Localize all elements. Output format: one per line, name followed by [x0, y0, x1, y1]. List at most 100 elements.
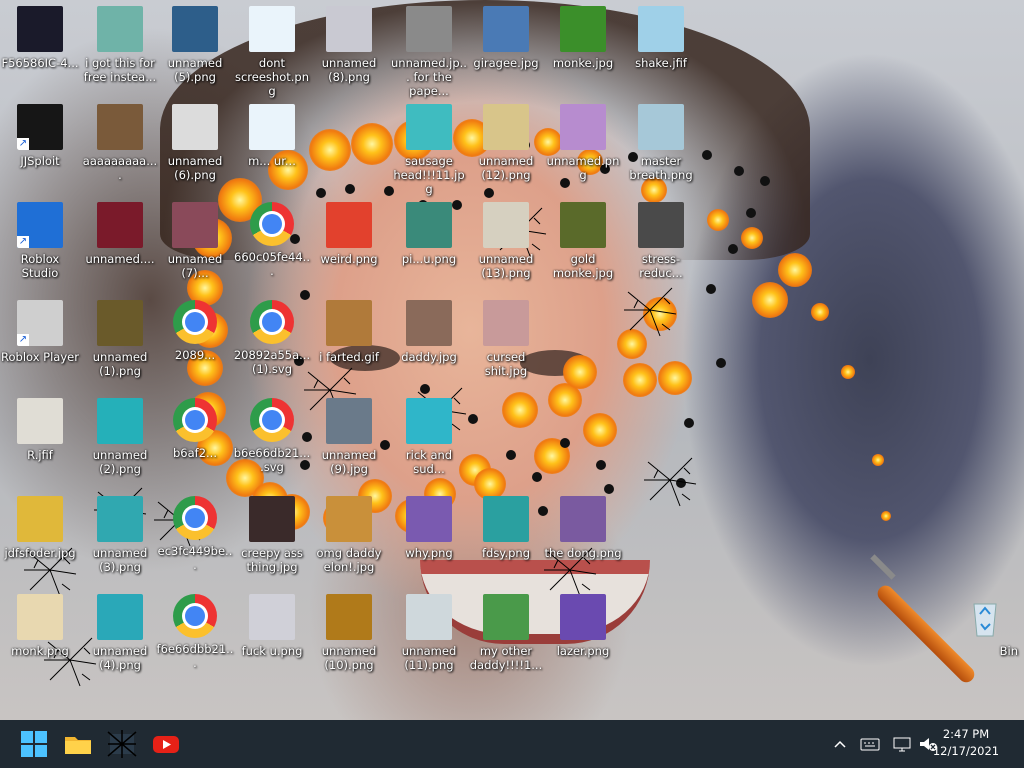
desktop-icon[interactable]: monk.png: [1, 594, 79, 690]
desktop-icon[interactable]: ↗ Roblox Studio: [1, 202, 79, 298]
desktop-icon[interactable]: b6e66db21... .svg: [233, 398, 311, 494]
desktop-icon[interactable]: i got this for free instea...: [81, 6, 159, 102]
desktop-icon[interactable]: why.png: [390, 496, 468, 592]
desktop-icon-label: unnamed (6).png: [167, 154, 223, 182]
desktop-icon-label: creepy ass thing.jpg: [241, 546, 303, 574]
desktop-icon[interactable]: fdsy.png: [467, 496, 545, 592]
desktop-icon[interactable]: omg daddy elon!.jpg: [310, 496, 388, 592]
desktop-icon[interactable]: monke.jpg: [544, 6, 622, 102]
chrome-icon: [250, 300, 294, 344]
desktop-icon-label: why.png: [405, 546, 453, 560]
image-thumbnail-icon: [483, 496, 529, 542]
desktop-icon[interactable]: fuck u.png: [233, 594, 311, 690]
keyboard-icon[interactable]: [860, 732, 880, 756]
desktop-icon-label: ec3fc449be...: [157, 544, 233, 572]
desktop-icon[interactable]: m... ur...: [233, 104, 311, 200]
burner-tip: [870, 554, 896, 580]
network-icon[interactable]: [892, 732, 912, 756]
image-thumbnail-icon: [97, 104, 143, 150]
desktop-icon[interactable]: weird.png: [310, 202, 388, 298]
show-hidden-icons-chevron[interactable]: [832, 732, 848, 756]
desktop-icon[interactable]: unnamed (10).png: [310, 594, 388, 690]
desktop-icon[interactable]: 20892a55a... (1).svg: [233, 300, 311, 396]
desktop-icon[interactable]: ↗ JJSploit: [1, 104, 79, 200]
desktop-icon[interactable]: 660c05fe44...: [233, 202, 311, 298]
desktop-icon[interactable]: i farted.gif: [310, 300, 388, 396]
desktop-icon[interactable]: stress-reduc...: [622, 202, 700, 298]
desktop-icon[interactable]: unnamed (3).png: [81, 496, 159, 592]
desktop-icon-label: dont screeshot.png: [234, 56, 309, 98]
image-thumbnail-icon: [326, 594, 372, 640]
windows-start-icon[interactable]: [18, 728, 50, 760]
desktop-icon[interactable]: unnamed (7)...: [156, 202, 234, 298]
desktop-icon[interactable]: unnamed (8).png: [310, 6, 388, 102]
file-explorer-icon[interactable]: [62, 728, 94, 760]
desktop-icon[interactable]: unnamed (11).png: [390, 594, 468, 690]
desktop-icon-label: monke.jpg: [552, 56, 614, 70]
burn-mark: [702, 150, 712, 160]
desktop-icon-label: b6e66db21... .svg: [233, 446, 311, 474]
image-thumbnail-icon: [638, 6, 684, 52]
desktop-icon[interactable]: cursed shit.jpg: [467, 300, 545, 396]
desktop-icon[interactable]: dont screeshot.png: [233, 6, 311, 102]
desktop-icon[interactable]: unnamed (4).png: [81, 594, 159, 690]
desktop-icon-label: the dong.png: [544, 546, 622, 560]
desktop-icon-label: Roblox Player: [1, 350, 79, 364]
image-thumbnail-icon: [172, 104, 218, 150]
desktop-icon[interactable]: my other daddy!!!!1...: [467, 594, 545, 690]
desktop-icon[interactable]: unnamed.png: [544, 104, 622, 200]
desktop-icon-label: rick and sud...: [405, 448, 453, 476]
desktop-icon[interactable]: ↗ Roblox Player: [1, 300, 79, 396]
desktop-icon[interactable]: the dong.png: [544, 496, 622, 592]
desktop-icon[interactable]: unnamed (12).png: [467, 104, 545, 200]
desktop-icon[interactable]: 2089...: [156, 300, 234, 396]
taskbar: 2:47 PM 12/17/2021: [0, 720, 1024, 768]
desktop-icon[interactable]: unnamed (13).png: [467, 202, 545, 298]
desktop-icon[interactable]: rick and sud...: [390, 398, 468, 494]
image-thumbnail-icon: [483, 104, 529, 150]
desktop-icon[interactable]: unnamed (6).png: [156, 104, 234, 200]
desktop-icon[interactable]: daddy.jpg: [390, 300, 468, 396]
desktop-icon[interactable]: gold monke.jpg: [544, 202, 622, 298]
desktop-icon[interactable]: F56586IC-4...: [1, 6, 79, 102]
glass-crack: [644, 457, 697, 507]
desktop-icon[interactable]: pi...u.png: [390, 202, 468, 298]
desktop-icon[interactable]: unnamed (1).png: [81, 300, 159, 396]
fire-blob: [778, 253, 812, 287]
desktop-icon[interactable]: unnamed (2).png: [81, 398, 159, 494]
scribbled-app-icon[interactable]: [106, 728, 138, 760]
desktop-icon[interactable]: sausage head!!!11.jpg: [390, 104, 468, 200]
desktop-icon[interactable]: lazer.png: [544, 594, 622, 690]
fire-blob: [502, 392, 538, 428]
youtube-icon[interactable]: [150, 728, 182, 760]
desktop-icon[interactable]: b6af2...: [156, 398, 234, 494]
image-thumbnail-icon: [406, 104, 452, 150]
desktop-icon-label: i got this for free instea...: [83, 56, 157, 84]
desktop-icon-label: 2089...: [174, 348, 216, 362]
desktop-icon[interactable]: master breath.png: [622, 104, 700, 200]
app-shortcut-icon: ↗: [17, 202, 63, 248]
burn-mark: [728, 244, 738, 254]
desktop-icon[interactable]: unnamed (9).jpg: [310, 398, 388, 494]
desktop-icon[interactable]: shake.jfif: [622, 6, 700, 102]
desktop-icon[interactable]: R.jfif: [1, 398, 79, 494]
image-thumbnail-icon: [97, 202, 143, 248]
desktop-icon[interactable]: giragee.jpg: [467, 6, 545, 102]
desktop-icon[interactable]: aaaaaaaaa....: [81, 104, 159, 200]
desktop-icon[interactable]: f6e66dbb21...: [156, 594, 234, 690]
desktop-icon[interactable]: jdfsfoder.jpg: [1, 496, 79, 592]
image-thumbnail-icon: [326, 398, 372, 444]
desktop-icon-label: omg daddy elon!.jpg: [316, 546, 382, 574]
desktop-icon[interactable]: unnamed....: [81, 202, 159, 298]
desktop-icon[interactable]: unnamed (5).png: [156, 6, 234, 102]
desktop-icon-label: unnamed....: [85, 252, 155, 266]
desktop-icon-label: weird.png: [320, 252, 378, 266]
image-thumbnail-icon: [249, 6, 295, 52]
clock[interactable]: 2:47 PM 12/17/2021: [926, 726, 1006, 760]
desktop-icon-label: Roblox Studio: [20, 252, 60, 280]
image-thumbnail-icon: [406, 6, 452, 52]
desktop-icon[interactable]: creepy ass thing.jpg: [233, 496, 311, 592]
desktop-icon[interactable]: ec3fc449be...: [156, 496, 234, 592]
image-thumbnail-icon: [326, 6, 372, 52]
desktop-icon[interactable]: unnamed.jp... for the pape...: [390, 6, 468, 102]
